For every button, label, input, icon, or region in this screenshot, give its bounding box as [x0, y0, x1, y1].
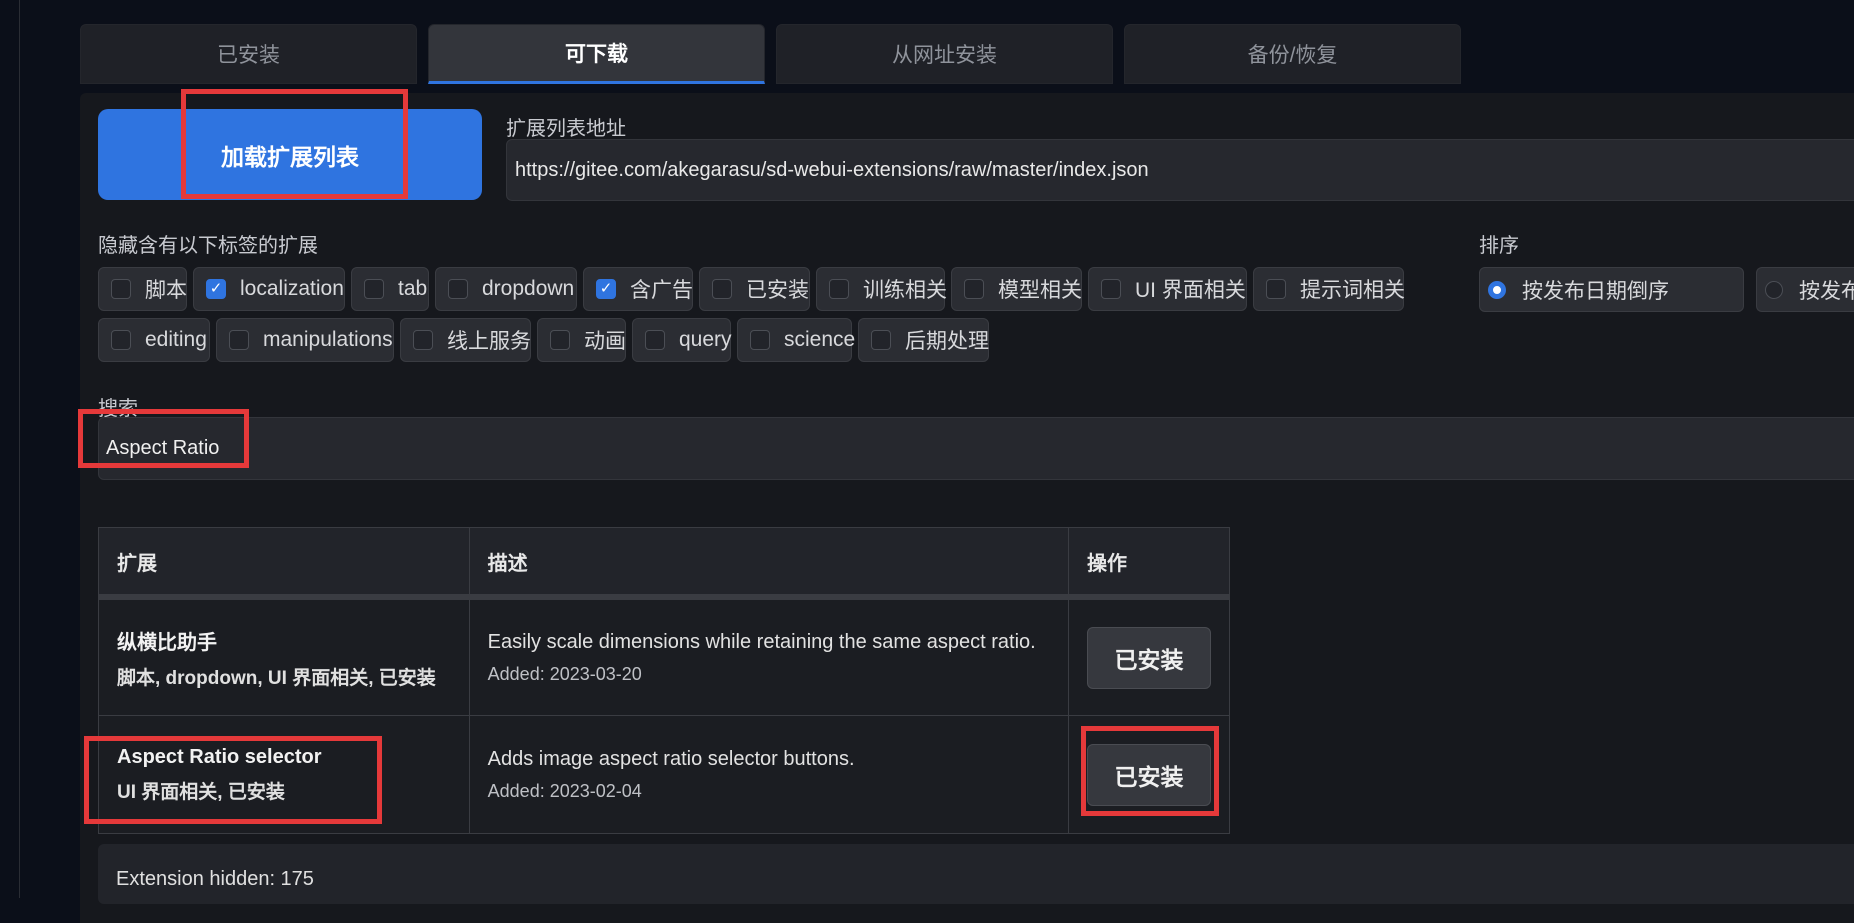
- action-cell: 已安装: [1067, 596, 1231, 716]
- tag-tab[interactable]: tab: [351, 267, 429, 311]
- checkbox[interactable]: [712, 279, 732, 299]
- tab-available[interactable]: 可下载: [428, 24, 765, 84]
- checkbox[interactable]: [413, 330, 433, 350]
- tag-label: 模型相关: [998, 279, 1082, 302]
- checkbox[interactable]: [364, 279, 384, 299]
- tag-ads[interactable]: 含广告: [583, 267, 693, 311]
- extension-added-date: Added: 2023-02-04: [487, 780, 642, 801]
- sort-label: 排序: [1479, 235, 1519, 257]
- tag-manipulations[interactable]: manipulations: [216, 318, 394, 362]
- tab-install-from-url[interactable]: 从网址安装: [776, 24, 1113, 84]
- extension-description: Easily scale dimensions while retaining …: [487, 630, 1036, 653]
- checkbox-checked[interactable]: [596, 279, 616, 299]
- checkbox[interactable]: [871, 330, 891, 350]
- tag-models[interactable]: 模型相关: [951, 267, 1082, 311]
- checkbox[interactable]: [1101, 279, 1121, 299]
- checkbox[interactable]: [1266, 279, 1286, 299]
- url-label: 扩展列表地址: [506, 118, 626, 140]
- sort-option-label: 按发布: [1799, 279, 1854, 303]
- column-header-description: 描述: [468, 527, 1069, 600]
- tag-science[interactable]: science: [737, 318, 856, 362]
- extension-added-date: Added: 2023-03-20: [487, 663, 642, 684]
- description-cell: Adds image aspect ratio selector buttons…: [468, 715, 1069, 834]
- table-row: 纵横比助手 脚本, dropdown, UI 界面相关, 已安装 Easily …: [98, 596, 1231, 716]
- tag-training[interactable]: 训练相关: [816, 267, 947, 311]
- tag-label: 提示词相关: [1300, 279, 1405, 302]
- tag-editing[interactable]: editing: [98, 318, 210, 362]
- extensions-table: 扩展 描述 操作 纵横比助手 脚本, dropdown, UI 界面相关, 已安…: [98, 527, 1231, 834]
- tag-label: 线上服务: [447, 330, 531, 353]
- action-cell: 已安装: [1067, 715, 1231, 834]
- tag-online-services[interactable]: 线上服务: [400, 318, 531, 362]
- checkbox[interactable]: [645, 330, 665, 350]
- checkbox[interactable]: [550, 330, 570, 350]
- tag-label: 脚本: [145, 279, 187, 302]
- column-header-action: 操作: [1067, 527, 1231, 600]
- tag-ui[interactable]: UI 界面相关: [1088, 267, 1247, 311]
- tag-script[interactable]: 脚本: [98, 267, 187, 311]
- installed-button[interactable]: 已安装: [1086, 743, 1211, 806]
- tag-label: editing: [145, 328, 207, 351]
- checkbox[interactable]: [111, 279, 131, 299]
- sort-option-date-desc[interactable]: 按发布日期倒序: [1479, 267, 1744, 312]
- checkbox[interactable]: [229, 330, 249, 350]
- tag-localization[interactable]: localization: [193, 267, 345, 311]
- tag-label: 含广告: [630, 279, 693, 302]
- description-cell: Easily scale dimensions while retaining …: [468, 596, 1069, 716]
- checkbox[interactable]: [829, 279, 849, 299]
- extension-name[interactable]: 纵横比助手: [117, 626, 451, 655]
- extension-cell: 纵横比助手 脚本, dropdown, UI 界面相关, 已安装: [98, 596, 470, 716]
- extension-list-url-input[interactable]: [506, 139, 1854, 201]
- tag-label: 训练相关: [863, 279, 947, 302]
- tag-label: dropdown: [482, 277, 575, 300]
- footer-status: Extension hidden: 175: [98, 844, 1854, 904]
- table-row: Aspect Ratio selector UI 界面相关, 已安装 Adds …: [98, 715, 1231, 834]
- search-input[interactable]: [98, 417, 1854, 480]
- checkbox-checked[interactable]: [206, 279, 226, 299]
- tag-label: UI 界面相关: [1135, 279, 1246, 302]
- tag-label: query: [679, 328, 732, 351]
- load-extension-list-button[interactable]: 加载扩展列表: [98, 109, 482, 200]
- radio[interactable]: [1765, 280, 1783, 299]
- extension-name[interactable]: Aspect Ratio selector: [117, 746, 451, 769]
- tag-installed[interactable]: 已安装: [699, 267, 810, 311]
- checkbox[interactable]: [111, 330, 131, 350]
- checkbox[interactable]: [448, 279, 468, 299]
- tag-dropdown[interactable]: dropdown: [435, 267, 577, 311]
- tag-query[interactable]: query: [632, 318, 732, 362]
- tag-label: localization: [240, 277, 344, 300]
- tag-postprocessing[interactable]: 后期处理: [858, 318, 989, 362]
- extension-cell: Aspect Ratio selector UI 界面相关, 已安装: [98, 715, 470, 834]
- checkbox[interactable]: [964, 279, 984, 299]
- extension-description: Adds image aspect ratio selector buttons…: [487, 747, 855, 770]
- tag-prompting[interactable]: 提示词相关: [1253, 267, 1405, 311]
- tag-label: science: [784, 328, 856, 351]
- extension-tags: UI 界面相关, 已安装: [117, 781, 285, 803]
- hidden-count: Extension hidden: 175: [116, 868, 314, 890]
- installed-button[interactable]: 已安装: [1086, 626, 1211, 689]
- tag-label: 动画: [584, 330, 626, 353]
- tag-label: manipulations: [263, 328, 393, 351]
- tag-label: 已安装: [746, 279, 809, 302]
- tag-label: tab: [398, 277, 428, 300]
- extension-tags: 脚本, dropdown, UI 界面相关, 已安装: [117, 667, 436, 689]
- tab-installed[interactable]: 已安装: [80, 24, 417, 84]
- sort-option-date-asc[interactable]: 按发布: [1756, 267, 1854, 312]
- tab-backup-restore[interactable]: 备份/恢复: [1124, 24, 1461, 84]
- checkbox[interactable]: [750, 330, 770, 350]
- sort-option-label: 按发布日期倒序: [1522, 279, 1669, 303]
- hide-tags-label: 隐藏含有以下标签的扩展: [98, 235, 318, 257]
- radio-selected[interactable]: [1488, 280, 1506, 299]
- left-divider: [19, 0, 20, 898]
- tag-animation[interactable]: 动画: [537, 318, 626, 362]
- tag-label: 后期处理: [905, 330, 989, 353]
- column-header-extension: 扩展: [98, 527, 470, 600]
